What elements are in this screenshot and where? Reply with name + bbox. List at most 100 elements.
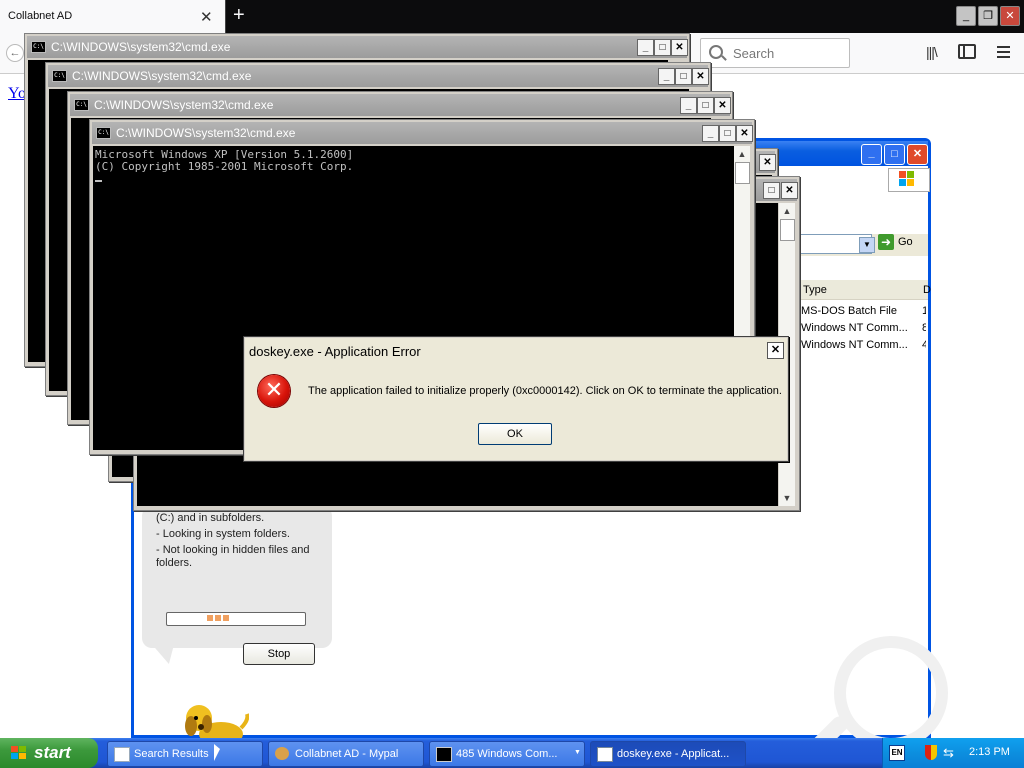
close-icon[interactable]: ✕ [907,144,928,165]
sidebar-icon[interactable] [958,44,976,59]
error-dialog: doskey.exe - Application Error ✕ ✕ The a… [243,336,789,462]
window-icon [597,747,613,762]
start-button[interactable]: start [0,738,98,768]
hamburger-menu-icon[interactable] [997,46,1010,61]
magnifier-watermark-icon [834,636,948,750]
security-shield-icon[interactable] [925,745,937,760]
restore-icon[interactable]: ❐ [978,6,998,26]
address-bar: ▼ ➜ Go [784,234,928,256]
error-dialog-titlebar[interactable]: doskey.exe - Application Error ✕ [245,338,787,363]
maximize-icon[interactable]: □ [697,97,714,114]
mouse-pointer-icon [214,744,220,761]
scroll-down-icon[interactable]: ▼ [779,490,795,506]
minimize-icon[interactable]: _ [702,125,719,142]
close-icon[interactable]: ✕ [781,182,798,199]
cmd-icon: C:\ [31,41,46,53]
list-item[interactable]: Windows NT Comm... 4 [801,339,926,351]
minimize-icon[interactable]: _ [861,144,882,165]
cmd-icon [436,747,452,762]
taskbar-item-search-results[interactable]: Search Results [107,741,263,767]
scroll-up-icon[interactable]: ▲ [779,203,795,219]
cmd-title: C:\WINDOWS\system32\cmd.exe [72,69,252,83]
chevron-down-icon[interactable]: ▼ [859,237,875,253]
windows-logo-area [888,168,930,192]
taskbar-item-label: 485 Windows Com... [456,748,558,760]
search-results-icon [114,747,130,762]
minimize-icon[interactable]: _ [658,68,675,85]
cmd-titlebar[interactable]: C:\ C:\WINDOWS\system32\cmd.exe _ □ ✕ [48,65,709,87]
minimize-icon[interactable]: _ [637,39,654,56]
close-icon[interactable]: ✕ [759,154,776,171]
list-item[interactable]: MS-DOS Batch File 1 [801,305,926,317]
maximize-icon[interactable]: □ [884,144,905,165]
browser-tab-bar: Collabnet AD ✕ + _ ❐ ✕ [0,0,1024,33]
error-icon: ✕ [258,375,290,407]
taskbar: start Search Results Collabnet AD - Mypa… [0,738,1024,768]
browser-tab-collabnet[interactable]: Collabnet AD ✕ [0,0,226,33]
scroll-up-icon[interactable]: ▲ [734,146,750,162]
close-tab-icon[interactable]: ✕ [200,8,213,26]
go-button[interactable]: Go [898,236,913,248]
minimize-icon[interactable]: _ [680,97,697,114]
taskbar-item-label: Search Results [134,748,209,760]
system-tray: EN ⇆ 2:13 PM [882,738,1024,768]
stop-button[interactable]: Stop [243,643,315,665]
network-icon[interactable]: ⇆ [943,745,954,761]
cmd-titlebar[interactable]: C:\ C:\WINDOWS\system32\cmd.exe _ □ ✕ [27,36,688,58]
browser-icon [275,747,289,760]
windows-flag-icon [11,746,27,760]
close-icon[interactable]: ✕ [671,39,688,56]
taskbar-item-browser[interactable]: Collabnet AD - Mypal [268,741,424,767]
maximize-icon[interactable]: □ [675,68,692,85]
close-icon[interactable]: ✕ [692,68,709,85]
close-icon[interactable]: ✕ [736,125,753,142]
maximize-icon[interactable]: □ [763,182,780,199]
error-message: The application failed to initialize pro… [308,385,782,397]
cmd-icon: C:\ [74,99,89,111]
minimize-icon[interactable]: _ [956,6,976,26]
column-d[interactable]: D [923,284,931,296]
back-arrow-icon[interactable]: ← [6,44,24,62]
chevron-down-icon: ▼ [574,749,581,756]
cmd-titlebar[interactable]: C:\ C:\WINDOWS\system32\cmd.exe _ □ ✕ [92,122,753,144]
row-type: MS-DOS Batch File [801,305,897,317]
row-type: Windows NT Comm... [801,339,908,351]
ok-button[interactable]: OK [478,423,552,445]
clock[interactable]: 2:13 PM [969,746,1010,758]
cmd-title: C:\WINDOWS\system32\cmd.exe [116,126,296,140]
taskbar-item-cmd-group[interactable]: 485 Windows Com... ▼ [429,741,585,767]
close-icon[interactable]: ✕ [767,342,784,359]
row-d: 1 [922,305,926,317]
cmd-titlebar[interactable]: C:\ C:\WINDOWS\system32\cmd.exe _ □ ✕ [70,94,731,116]
search-progress-bar [166,612,306,626]
search-placeholder: Search [733,46,775,61]
windows-logo-icon [899,171,915,187]
text-cursor [95,180,102,182]
language-indicator[interactable]: EN [889,745,905,761]
list-item[interactable]: Windows NT Comm... 8 [801,322,926,334]
close-window-icon[interactable]: ✕ [1000,6,1020,26]
error-dialog-body: ✕ The application failed to initialize p… [245,363,787,460]
search-icon [709,45,723,59]
new-tab-icon[interactable]: + [233,4,245,27]
row-d: 8 [922,322,926,334]
scroll-thumb[interactable] [780,219,795,241]
cmd-icon: C:\ [52,70,67,82]
search-input[interactable]: Search [700,38,850,68]
library-icon[interactable]: |||\ [926,44,938,60]
status-line: - Looking in system folders. [156,528,290,540]
go-arrow-icon[interactable]: ➜ [878,234,894,250]
scroll-thumb[interactable] [735,162,750,184]
progress-fill [207,615,231,621]
close-icon[interactable]: ✕ [714,97,731,114]
maximize-icon[interactable]: □ [719,125,736,142]
status-line: (C:) and in subfolders. [156,512,265,524]
error-dialog-title: doskey.exe - Application Error [249,344,421,359]
maximize-icon[interactable]: □ [654,39,671,56]
taskbar-item-doskey-error[interactable]: doskey.exe - Applicat... [590,741,746,767]
cmd-icon: C:\ [96,127,111,139]
row-d: 4 [922,339,926,351]
column-type[interactable]: Type [803,284,827,296]
taskbar-item-label: doskey.exe - Applicat... [617,748,730,760]
taskbar-item-label: Collabnet AD - Mypal [295,748,399,760]
